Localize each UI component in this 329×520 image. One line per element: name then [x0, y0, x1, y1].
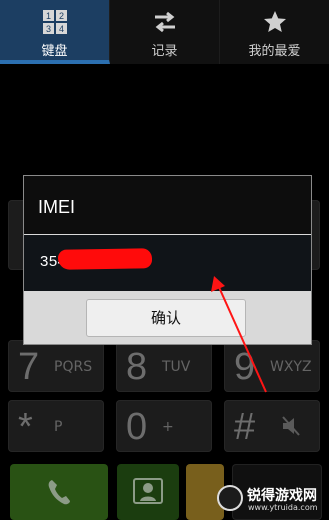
- watermark-logo-icon: [217, 485, 243, 511]
- watermark-url: www.ytruida.com: [248, 503, 318, 512]
- watermark-name: 锐得游戏网: [247, 488, 317, 504]
- watermark: 锐得游戏网 www.ytruida.com: [217, 483, 325, 517]
- annotation-arrow: [211, 276, 267, 393]
